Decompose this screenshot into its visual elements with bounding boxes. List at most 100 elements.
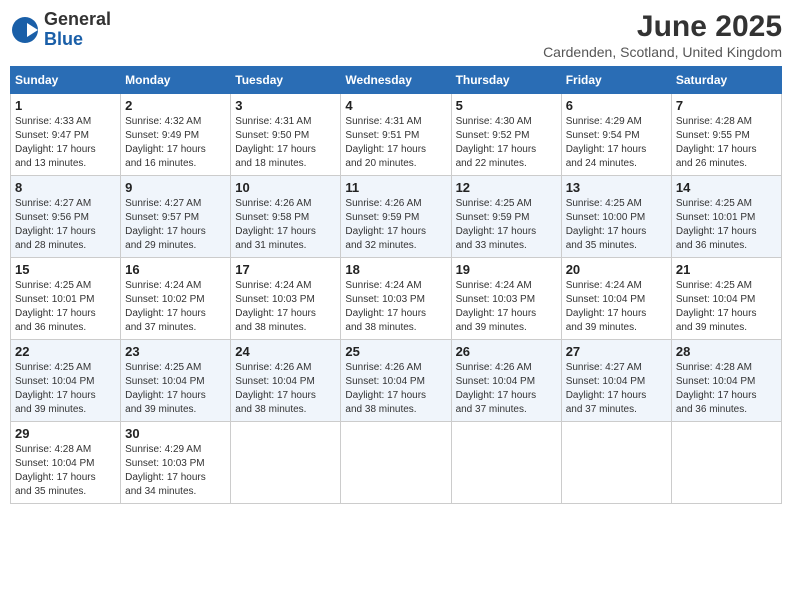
table-row: 9Sunrise: 4:27 AMSunset: 9:57 PMDaylight…	[121, 176, 231, 258]
location: Cardenden, Scotland, United Kingdom	[543, 44, 782, 60]
table-row	[561, 422, 671, 504]
month-title: June 2025	[543, 10, 782, 44]
day-number: 14	[676, 180, 777, 195]
table-row: 13 Sunrise: 4:25 AMSunset: 10:00 PMDaylig…	[561, 176, 671, 258]
day-number: 1	[15, 98, 116, 113]
table-row: 24Sunrise: 4:26 AMSunset: 10:04 PMDaylig…	[231, 340, 341, 422]
day-info: Sunrise: 4:33 AMSunset: 9:47 PMDaylight:…	[15, 115, 116, 171]
day-info: Sunrise: 4:25 AMSunset: 10:04 PMDaylight…	[125, 361, 226, 417]
table-row: 28Sunrise: 4:28 AMSunset: 10:04 PMDaylig…	[671, 340, 781, 422]
table-row	[231, 422, 341, 504]
day-info: Sunrise: 4:26 AMSunset: 10:04 PMDaylight…	[345, 361, 446, 417]
col-monday: Monday	[121, 67, 231, 94]
table-row	[341, 422, 451, 504]
logo: General Blue	[10, 10, 111, 50]
day-number: 20	[566, 262, 667, 277]
day-number: 30	[125, 426, 226, 441]
table-row: 19Sunrise: 4:24 AMSunset: 10:03 PMDaylig…	[451, 258, 561, 340]
day-number: 26	[456, 344, 557, 359]
day-info: Sunrise: 4:29 AMSunset: 10:03 PMDaylight…	[125, 443, 226, 499]
table-row	[451, 422, 561, 504]
day-info: Sunrise: 4:28 AMSunset: 9:55 PMDaylight:…	[676, 115, 777, 171]
table-row: 7 Sunrise: 4:28 AMSunset: 9:55 PMDaylight…	[671, 94, 781, 176]
day-number: 19	[456, 262, 557, 277]
col-friday: Friday	[561, 67, 671, 94]
logo-text: General Blue	[44, 10, 111, 50]
day-info: Sunrise: 4:25 AMSunset: 10:04 PMDaylight…	[15, 361, 116, 417]
day-number: 22	[15, 344, 116, 359]
table-row: 6 Sunrise: 4:29 AMSunset: 9:54 PMDaylight…	[561, 94, 671, 176]
calendar-header: Sunday Monday Tuesday Wednesday Thursday…	[11, 67, 782, 94]
day-number: 16	[125, 262, 226, 277]
day-number: 13	[566, 180, 667, 195]
col-wednesday: Wednesday	[341, 67, 451, 94]
day-info: Sunrise: 4:26 AMSunset: 9:59 PMDaylight:…	[345, 197, 446, 253]
day-info: Sunrise: 4:30 AMSunset: 9:52 PMDaylight:…	[456, 115, 557, 171]
col-saturday: Saturday	[671, 67, 781, 94]
table-row: 2Sunrise: 4:32 AMSunset: 9:49 PMDaylight…	[121, 94, 231, 176]
day-number: 12	[456, 180, 557, 195]
day-info: Sunrise: 4:25 AMSunset: 10:01 PMDaylight…	[15, 279, 116, 335]
day-number: 21	[676, 262, 777, 277]
logo-icon	[10, 15, 40, 45]
table-row	[671, 422, 781, 504]
day-info: Sunrise: 4:24 AMSunset: 10:03 PMDaylight…	[345, 279, 446, 335]
table-row: 27Sunrise: 4:27 AMSunset: 10:04 PMDaylig…	[561, 340, 671, 422]
day-number: 24	[235, 344, 336, 359]
calendar-week-2: 8Sunrise: 4:27 AMSunset: 9:56 PMDaylight…	[11, 176, 782, 258]
table-row: 16 Sunrise: 4:24 AMSunset: 10:02 PMDaylig…	[121, 258, 231, 340]
day-number: 18	[345, 262, 446, 277]
day-number: 2	[125, 98, 226, 113]
day-info: Sunrise: 4:25 AMSunset: 10:04 PMDaylight…	[676, 279, 777, 335]
table-row: 25 Sunrise: 4:26 AMSunset: 10:04 PMDaylig…	[341, 340, 451, 422]
day-info: Sunrise: 4:31 AMSunset: 9:51 PMDaylight:…	[345, 115, 446, 171]
table-row: 12 Sunrise: 4:25 AMSunset: 9:59 PMDayligh…	[451, 176, 561, 258]
table-row: 26 Sunrise: 4:26 AMSunset: 10:04 PMDaylig…	[451, 340, 561, 422]
day-info: Sunrise: 4:29 AMSunset: 9:54 PMDaylight:…	[566, 115, 667, 171]
table-row: 30 Sunrise: 4:29 AMSunset: 10:03 PMDaylig…	[121, 422, 231, 504]
table-row: 15 Sunrise: 4:25 AMSunset: 10:01 PMDaylig…	[11, 258, 121, 340]
day-number: 7	[676, 98, 777, 113]
day-info: Sunrise: 4:28 AMSunset: 10:04 PMDaylight…	[15, 443, 116, 499]
day-info: Sunrise: 4:27 AMSunset: 9:56 PMDaylight:…	[15, 197, 116, 253]
day-number: 9	[125, 180, 226, 195]
day-number: 10	[235, 180, 336, 195]
table-row: 17Sunrise: 4:24 AMSunset: 10:03 PMDaylig…	[231, 258, 341, 340]
table-row: 23 Sunrise: 4:25 AMSunset: 10:04 PMDaylig…	[121, 340, 231, 422]
day-number: 27	[566, 344, 667, 359]
table-row: 18 Sunrise: 4:24 AMSunset: 10:03 PMDaylig…	[341, 258, 451, 340]
page-header: General Blue June 2025 Cardenden, Scotla…	[10, 10, 782, 60]
day-number: 23	[125, 344, 226, 359]
day-info: Sunrise: 4:26 AMSunset: 10:04 PMDaylight…	[456, 361, 557, 417]
table-row: 20 Sunrise: 4:24 AMSunset: 10:04 PMDaylig…	[561, 258, 671, 340]
table-row: 22 Sunrise: 4:25 AMSunset: 10:04 PMDaylig…	[11, 340, 121, 422]
table-row: 1 Sunrise: 4:33 AMSunset: 9:47 PMDaylight…	[11, 94, 121, 176]
logo-blue: Blue	[44, 29, 83, 49]
day-number: 28	[676, 344, 777, 359]
day-info: Sunrise: 4:25 AMSunset: 10:01 PMDaylight…	[676, 197, 777, 253]
table-row: 11Sunrise: 4:26 AMSunset: 9:59 PMDayligh…	[341, 176, 451, 258]
day-info: Sunrise: 4:24 AMSunset: 10:02 PMDaylight…	[125, 279, 226, 335]
day-number: 29	[15, 426, 116, 441]
table-row: 5Sunrise: 4:30 AMSunset: 9:52 PMDaylight…	[451, 94, 561, 176]
day-number: 25	[345, 344, 446, 359]
day-info: Sunrise: 4:25 AMSunset: 10:00 PMDaylight…	[566, 197, 667, 253]
day-number: 6	[566, 98, 667, 113]
table-row: 3 Sunrise: 4:31 AMSunset: 9:50 PMDaylight…	[231, 94, 341, 176]
day-number: 17	[235, 262, 336, 277]
table-row: 8Sunrise: 4:27 AMSunset: 9:56 PMDaylight…	[11, 176, 121, 258]
title-block: June 2025 Cardenden, Scotland, United Ki…	[543, 10, 782, 60]
day-number: 3	[235, 98, 336, 113]
day-info: Sunrise: 4:25 AMSunset: 9:59 PMDaylight:…	[456, 197, 557, 253]
calendar-week-3: 15 Sunrise: 4:25 AMSunset: 10:01 PMDaylig…	[11, 258, 782, 340]
day-info: Sunrise: 4:31 AMSunset: 9:50 PMDaylight:…	[235, 115, 336, 171]
day-number: 15	[15, 262, 116, 277]
calendar-week-1: 1 Sunrise: 4:33 AMSunset: 9:47 PMDaylight…	[11, 94, 782, 176]
table-row: 4Sunrise: 4:31 AMSunset: 9:51 PMDaylight…	[341, 94, 451, 176]
calendar-body: 1 Sunrise: 4:33 AMSunset: 9:47 PMDaylight…	[11, 94, 782, 504]
day-info: Sunrise: 4:24 AMSunset: 10:04 PMDaylight…	[566, 279, 667, 335]
col-sunday: Sunday	[11, 67, 121, 94]
col-tuesday: Tuesday	[231, 67, 341, 94]
table-row: 14 Sunrise: 4:25 AMSunset: 10:01 PMDaylig…	[671, 176, 781, 258]
header-row: Sunday Monday Tuesday Wednesday Thursday…	[11, 67, 782, 94]
